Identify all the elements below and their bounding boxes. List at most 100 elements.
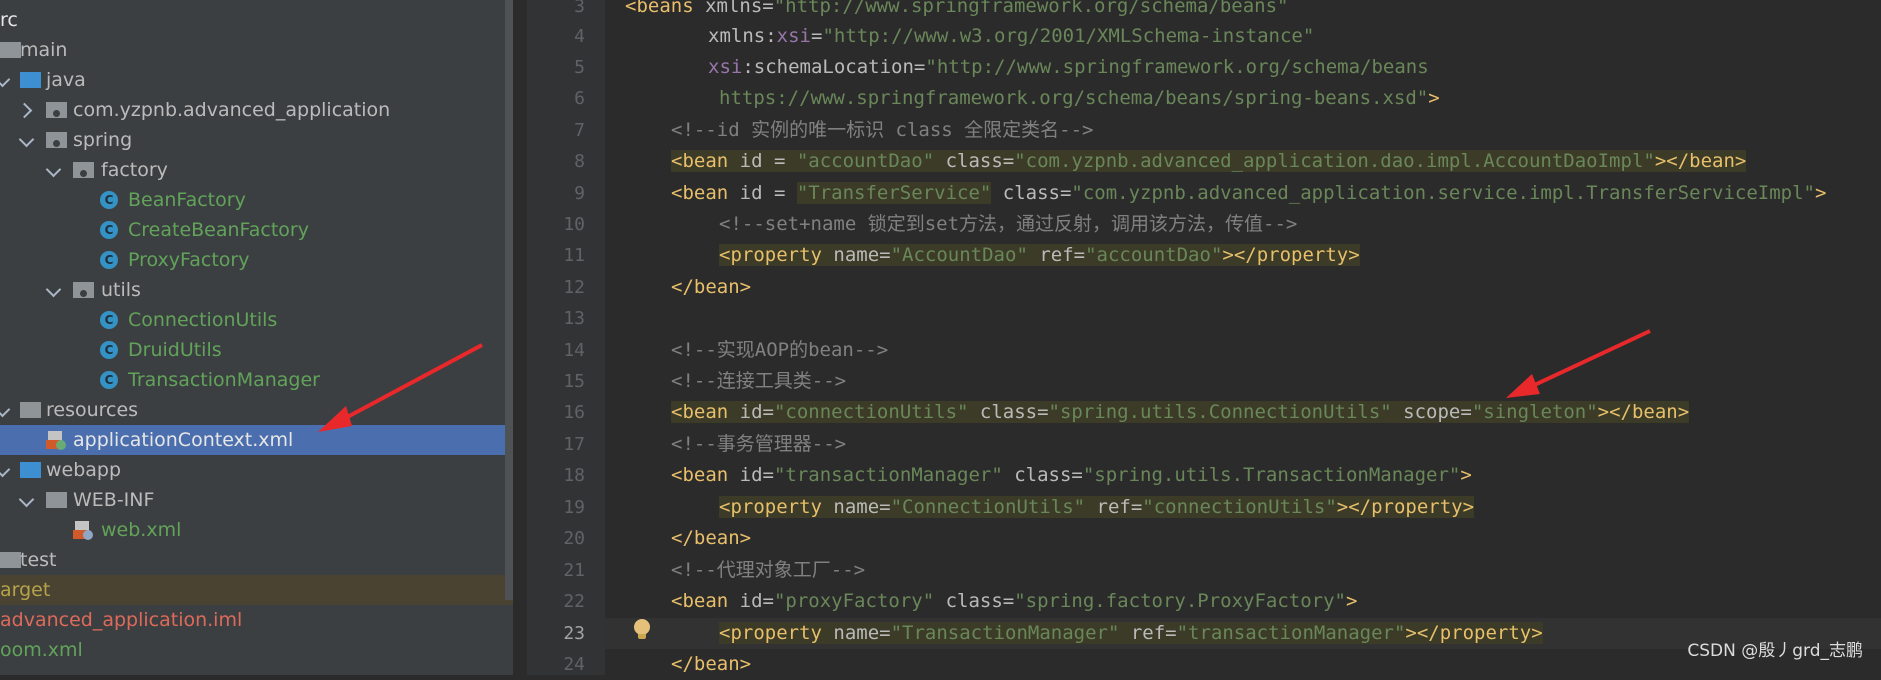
tree-item-pom-xml[interactable]: oom.xml — [0, 635, 513, 665]
chevron-down-icon[interactable] — [18, 131, 35, 148]
tree-item-test[interactable]: test — [0, 545, 513, 575]
code-line[interactable]: <bean id="connectionUtils" class="spring… — [605, 397, 1881, 428]
code-line[interactable]: <!--事务管理器--> — [605, 429, 1881, 460]
tree-item-label: main — [20, 39, 68, 61]
code-line[interactable]: <!--id 实例的唯一标识 class 全限定类名--> — [605, 115, 1881, 146]
tree-item-connectionutils[interactable]: C ConnectionUtils — [0, 305, 513, 335]
source-folder-icon — [20, 72, 41, 88]
line-number: 10 — [563, 214, 585, 235]
tree-item-label: oom.xml — [0, 639, 83, 661]
line-number: 15 — [563, 371, 585, 392]
package-icon — [73, 162, 94, 178]
package-icon — [73, 282, 94, 298]
chevron-down-icon[interactable] — [0, 71, 11, 88]
code-line[interactable]: </bean> — [605, 523, 1881, 554]
project-tree-panel: rc main java com.yzpnb.advanced_applicat… — [0, 0, 513, 675]
code-line[interactable]: <bean id = "TransferService" class="com.… — [605, 178, 1881, 209]
code-line[interactable]: </bean> — [605, 272, 1881, 303]
tree-item-target[interactable]: arget — [0, 575, 513, 605]
tree-item-label: rc — [0, 9, 18, 31]
code-line[interactable]: <bean id="transactionManager" class="spr… — [605, 460, 1881, 491]
tree-item-webapp[interactable]: webapp — [0, 455, 513, 485]
tree-item-src[interactable]: rc — [0, 5, 513, 35]
line-number: 22 — [563, 591, 585, 612]
line-number: 17 — [563, 434, 585, 455]
class-icon: C — [100, 191, 118, 209]
code-line[interactable]: <beans xmlns="http://www.springframework… — [605, 0, 1881, 22]
code-line[interactable]: <bean id="proxyFactory" class="spring.fa… — [605, 586, 1881, 617]
red-arrow-annotation-icon — [318, 343, 483, 432]
web-folder-icon — [20, 462, 41, 478]
tree-item-iml[interactable]: advanced_application.iml — [0, 605, 513, 635]
xml-file-icon — [46, 431, 66, 450]
line-number: 14 — [563, 340, 585, 361]
chevron-down-icon[interactable] — [45, 161, 62, 178]
line-number: 3 — [574, 0, 585, 17]
tree-item-java[interactable]: java — [0, 65, 513, 95]
tree-item-label: com.yzpnb.advanced_application — [73, 99, 391, 121]
resources-folder-icon — [20, 402, 41, 418]
package-icon — [46, 132, 67, 148]
tree-item-label: factory — [101, 159, 168, 181]
tree-item-main[interactable]: main — [0, 35, 513, 65]
line-number: 8 — [574, 151, 585, 172]
folder-icon — [46, 492, 67, 508]
code-line[interactable]: <!--代理对象工厂--> — [605, 555, 1881, 586]
line-number: 20 — [563, 528, 585, 549]
lightbulb-icon[interactable] — [634, 619, 650, 639]
code-line[interactable]: xmlns:xsi="http://www.w3.org/2001/XMLSch… — [605, 21, 1881, 52]
tree-item-utils[interactable]: utils — [0, 275, 513, 305]
tree-item-label: spring — [73, 129, 133, 151]
chevron-down-icon[interactable] — [0, 401, 11, 418]
code-editor[interactable]: <beans xmlns="http://www.springframework… — [605, 0, 1881, 675]
tree-item-label: web.xml — [101, 519, 182, 541]
tree-item-label: test — [20, 549, 57, 571]
tree-item-web-xml[interactable]: web.xml — [0, 515, 513, 545]
tree-item-label: utils — [101, 279, 141, 301]
tree-item-proxyfactory[interactable]: C ProxyFactory — [0, 245, 513, 275]
tree-item-label: BeanFactory — [128, 189, 246, 211]
line-number: 24 — [563, 654, 585, 675]
tree-item-createbeanfactory[interactable]: C CreateBeanFactory — [0, 215, 513, 245]
class-icon: C — [100, 311, 118, 329]
line-number: 16 — [563, 402, 585, 423]
line-number: 19 — [563, 497, 585, 518]
tree-item-factory[interactable]: factory — [0, 155, 513, 185]
line-number: 21 — [563, 560, 585, 581]
chevron-down-icon[interactable] — [45, 281, 62, 298]
tree-item-label: WEB-INF — [73, 489, 155, 511]
code-line[interactable]: <property name="AccountDao" ref="account… — [605, 240, 1881, 271]
code-line[interactable]: <!--实现AOP的bean--> — [605, 335, 1881, 366]
class-icon: C — [100, 251, 118, 269]
tree-item-spring[interactable]: spring — [0, 125, 513, 155]
code-line[interactable]: https://www.springframework.org/schema/b… — [605, 83, 1881, 114]
red-arrow-annotation-icon — [1506, 329, 1651, 398]
tree-item-web-inf[interactable]: WEB-INF — [0, 485, 513, 515]
line-number: 11 — [563, 245, 585, 266]
chevron-down-icon[interactable] — [18, 491, 35, 508]
watermark: CSDN @殷丿grd_志鹏 — [1687, 641, 1863, 661]
line-number: 12 — [563, 277, 585, 298]
chevron-right-icon[interactable] — [16, 102, 33, 119]
tree-item-label: advanced_application.iml — [0, 609, 243, 631]
tree-item-label: java — [46, 69, 86, 91]
class-icon: C — [100, 371, 118, 389]
code-line[interactable]: <bean id = "accountDao" class="com.yzpnb… — [605, 146, 1881, 177]
tree-item-label: ConnectionUtils — [128, 309, 278, 331]
tree-scrollbar[interactable] — [505, 0, 513, 600]
code-line[interactable]: <!--连接工具类--> — [605, 366, 1881, 397]
line-number: 4 — [574, 26, 585, 47]
code-line[interactable]: <!--set+name 锁定到set方法，通过反射，调用该方法，传值--> — [605, 209, 1881, 240]
code-line[interactable]: xsi:schemaLocation="http://www.springfra… — [605, 52, 1881, 83]
code-line[interactable]: <property name="ConnectionUtils" ref="co… — [605, 492, 1881, 523]
tree-item-beanfactory[interactable]: C BeanFactory — [0, 185, 513, 215]
tree-item-label: DruidUtils — [128, 339, 222, 361]
tree-item-package-root[interactable]: com.yzpnb.advanced_application — [0, 95, 513, 125]
line-number: 13 — [563, 308, 585, 329]
line-number: 9 — [574, 183, 585, 204]
chevron-down-icon[interactable] — [0, 461, 11, 478]
tree-item-label: CreateBeanFactory — [128, 219, 309, 241]
folder-icon — [0, 42, 21, 58]
line-number-current: 23 — [563, 623, 585, 644]
tree-item-label: TransactionManager — [128, 369, 320, 391]
